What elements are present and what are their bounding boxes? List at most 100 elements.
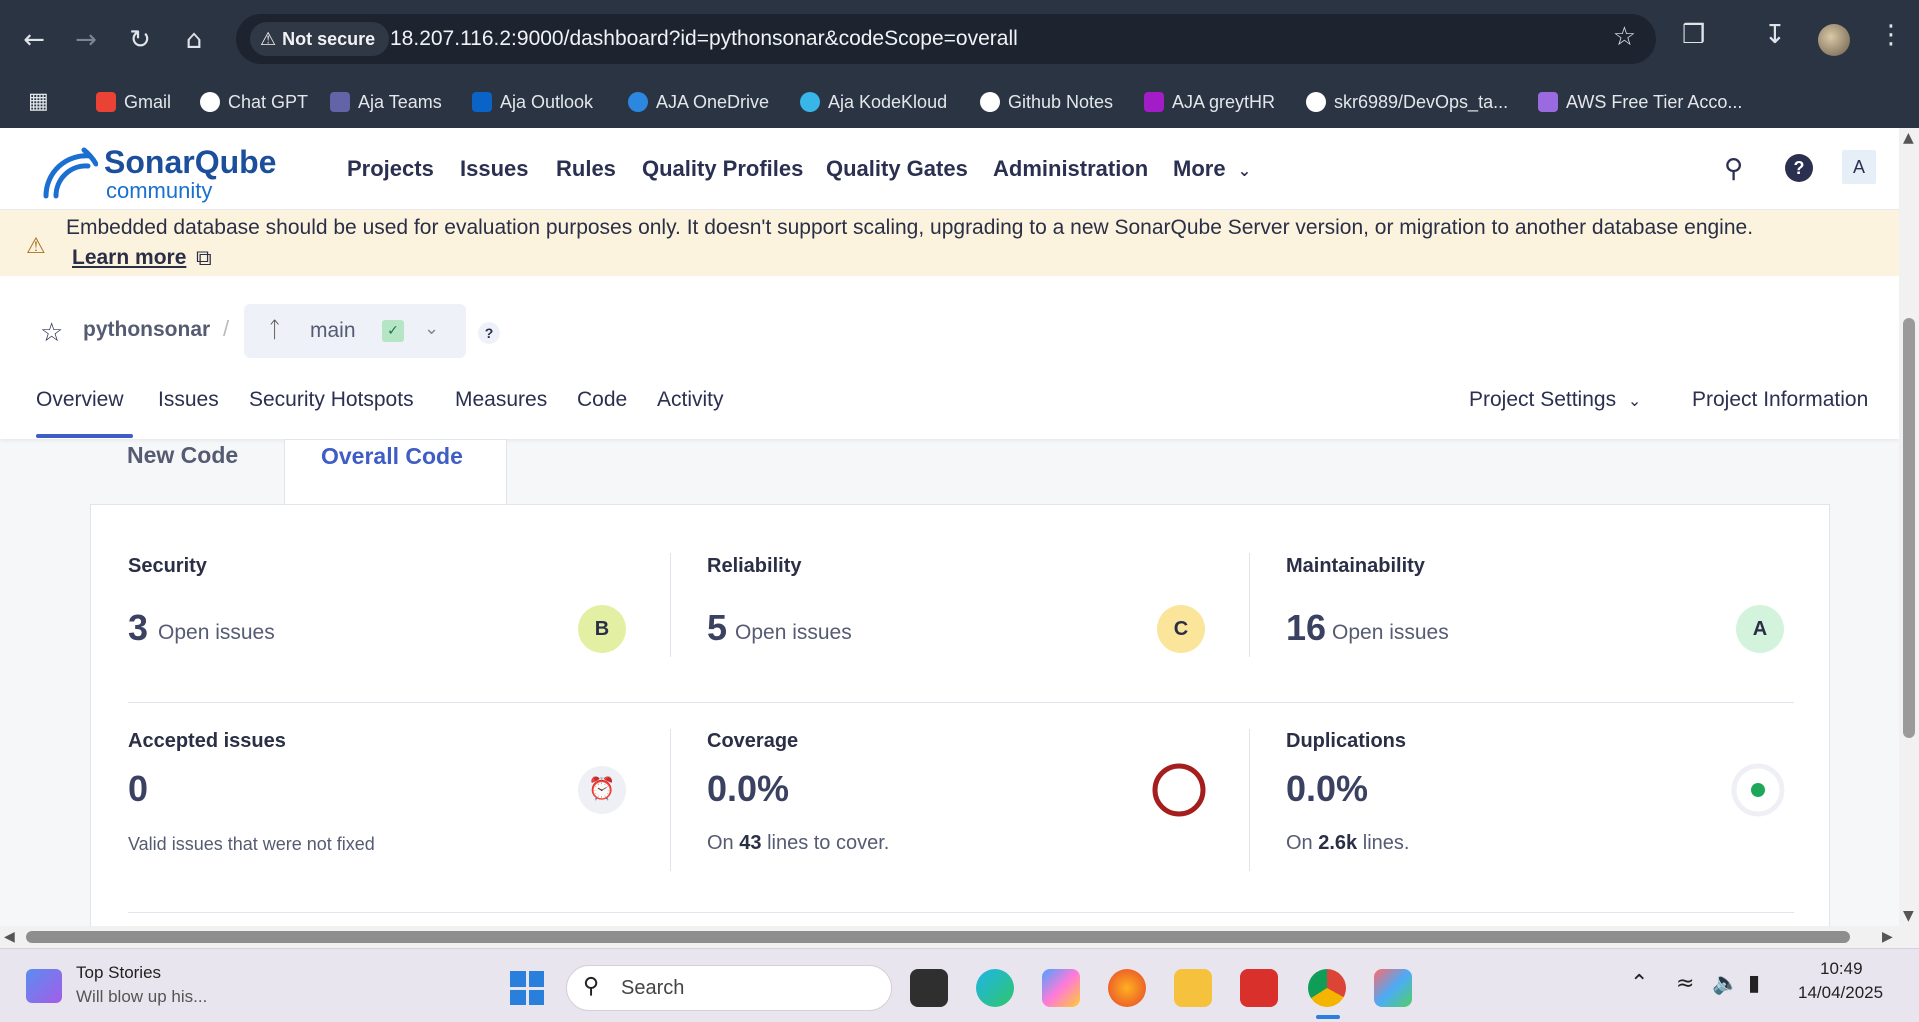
tab-security-hotspots[interactable]: Security Hotspots (249, 388, 414, 412)
bookmark-github-notes[interactable]: Github Notes (980, 92, 1113, 113)
security-chip[interactable]: ⚠ Not secure (250, 22, 390, 56)
clock-date[interactable]: 14/04/2025 (1798, 983, 1883, 1003)
maintainability-card[interactable]: Maintainability 16 Open issues A (1286, 555, 1796, 655)
reliability-card[interactable]: Reliability 5 Open issues C (707, 555, 1217, 655)
nav-quality-gates[interactable]: Quality Gates (826, 156, 968, 182)
address-bar[interactable]: ⚠ Not secure 18.207.116.2:9000/dashboard?… (236, 14, 1656, 64)
accepted-issues-card[interactable]: Accepted issues 0 ⏰ Valid issues that we… (128, 730, 638, 870)
url-text[interactable]: 18.207.116.2:9000/dashboard?id=pythonson… (390, 27, 1018, 51)
duplications-value[interactable]: 0.0% (1286, 768, 1368, 810)
tab-issues[interactable]: Issues (158, 388, 219, 412)
news-title[interactable]: Top Stories (76, 963, 161, 983)
app-icon[interactable] (1374, 969, 1412, 1007)
bookmark-chatgpt[interactable]: Chat GPT (200, 92, 308, 113)
file-explorer-icon[interactable] (1174, 969, 1212, 1007)
search-icon[interactable]: ⚲ (1724, 154, 1743, 184)
firefox-icon[interactable] (1108, 969, 1146, 1007)
scroll-thumb[interactable] (26, 931, 1850, 943)
scroll-right-icon[interactable]: ▶ (1882, 929, 1893, 945)
tab-measures[interactable]: Measures (455, 388, 547, 412)
bookmark-star-icon[interactable]: ☆ (1613, 22, 1636, 52)
windows-start-icon[interactable] (510, 971, 544, 1005)
profile-avatar[interactable] (1818, 24, 1850, 56)
accepted-count[interactable]: 0 (128, 768, 148, 810)
branch-help-icon[interactable]: ? (478, 322, 500, 344)
wps-office-icon[interactable] (1240, 969, 1278, 1007)
project-information-link[interactable]: Project Information (1692, 388, 1868, 412)
bookmark-teams[interactable]: Aja Teams (330, 92, 442, 113)
branch-selector[interactable]: ᛏ main ✓ ⌄ (244, 304, 466, 358)
nav-projects[interactable]: Projects (347, 156, 434, 182)
coverage-card[interactable]: Coverage 0.0% On 43 lines to cover. (707, 730, 1217, 870)
nav-issues[interactable]: Issues (460, 156, 529, 182)
task-view-icon[interactable] (910, 969, 948, 1007)
back-icon[interactable]: ← (16, 22, 52, 58)
nav-rules[interactable]: Rules (556, 156, 616, 182)
maintainability-grade-badge[interactable]: A (1736, 605, 1784, 653)
tab-new-code[interactable]: New Code (90, 439, 284, 505)
taskbar-search[interactable]: ⚲ Search (566, 965, 892, 1011)
tab-overall-code[interactable]: Overall Code (284, 439, 507, 505)
vertical-scrollbar[interactable]: ▲ ▼ (1899, 128, 1919, 926)
volume-icon[interactable]: 🔈 (1712, 971, 1739, 996)
divider (670, 553, 671, 657)
nav-quality-profiles[interactable]: Quality Profiles (642, 156, 803, 182)
favorite-star-icon[interactable]: ☆ (40, 318, 63, 348)
bookmarks-bar: ▦ Gmail Chat GPT Aja Teams Aja Outlook A… (0, 78, 1919, 128)
tab-activity[interactable]: Activity (657, 388, 724, 412)
bookmark-devops-repo[interactable]: skr6989/DevOps_ta... (1306, 92, 1508, 113)
external-link-icon[interactable]: ⧉ (196, 246, 212, 271)
security-card[interactable]: Security 3 Open issues B (128, 555, 638, 655)
check-icon: ✓ (382, 320, 404, 342)
reload-icon[interactable]: ↻ (122, 22, 158, 58)
help-icon[interactable]: ? (1785, 154, 1813, 182)
download-icon[interactable]: ↧ (1764, 20, 1786, 50)
branch-name: main (310, 319, 356, 342)
menu-dots-icon[interactable]: ⋮ (1878, 20, 1904, 50)
reliability-count[interactable]: 5 (707, 607, 727, 649)
wifi-icon[interactable]: ≈ (1676, 971, 1694, 996)
chevron-up-icon[interactable]: ⌃ (1630, 971, 1648, 996)
maintainability-count[interactable]: 16 (1286, 607, 1326, 649)
forward-icon[interactable]: → (68, 22, 104, 58)
coverage-footer: On 43 lines to cover. (707, 832, 890, 854)
clock-time[interactable]: 10:49 (1820, 959, 1863, 979)
coverage-value[interactable]: 0.0% (707, 768, 789, 810)
security-count[interactable]: 3 (128, 607, 148, 649)
duplications-card[interactable]: Duplications 0.0% On 2.6k lines. (1286, 730, 1796, 870)
horizontal-scrollbar[interactable]: ◀ ▶ (0, 926, 1919, 948)
security-sub: Open issues (158, 621, 275, 644)
bookmark-kodekloud[interactable]: Aja KodeKloud (800, 92, 947, 113)
breadcrumb-separator: / (223, 316, 230, 341)
scroll-thumb[interactable] (1903, 318, 1915, 738)
bookmark-aws[interactable]: AWS Free Tier Acco... (1538, 92, 1742, 113)
project-name[interactable]: pythonsonar (83, 318, 210, 342)
nav-more[interactable]: More ⌄ (1173, 156, 1251, 182)
banner-message: Embedded database should be used for eva… (66, 216, 1754, 239)
bookmark-gmail[interactable]: Gmail (96, 92, 171, 113)
edge-icon[interactable] (976, 969, 1014, 1007)
project-settings-menu[interactable]: Project Settings ⌄ (1469, 388, 1641, 412)
apps-grid-icon[interactable]: ▦ (28, 88, 49, 114)
scroll-left-icon[interactable]: ◀ (4, 929, 15, 945)
tab-overview[interactable]: Overview (36, 388, 124, 412)
bookmark-greythr[interactable]: AJA greytHR (1144, 92, 1275, 113)
extensions-icon[interactable]: ❒ (1682, 20, 1705, 50)
news-subtitle[interactable]: Will blow up his... (76, 987, 207, 1007)
tab-code[interactable]: Code (577, 388, 627, 412)
bookmark-outlook[interactable]: Aja Outlook (472, 92, 593, 113)
reliability-grade-badge[interactable]: C (1157, 605, 1205, 653)
battery-icon[interactable]: ▮ (1748, 971, 1760, 996)
news-widget-icon[interactable] (26, 969, 62, 1003)
outlook-icon (472, 92, 492, 112)
security-grade-badge[interactable]: B (578, 605, 626, 653)
home-icon[interactable]: ⌂ (176, 22, 212, 58)
scroll-down-icon[interactable]: ▼ (1903, 908, 1914, 924)
copilot-icon[interactable] (1042, 969, 1080, 1007)
bookmark-onedrive[interactable]: AJA OneDrive (628, 92, 769, 113)
learn-more-link[interactable]: Learn more (72, 246, 186, 270)
scroll-up-icon[interactable]: ▲ (1903, 130, 1914, 146)
nav-administration[interactable]: Administration (993, 156, 1148, 182)
user-avatar[interactable]: A (1842, 150, 1876, 184)
chrome-icon[interactable] (1308, 969, 1346, 1007)
